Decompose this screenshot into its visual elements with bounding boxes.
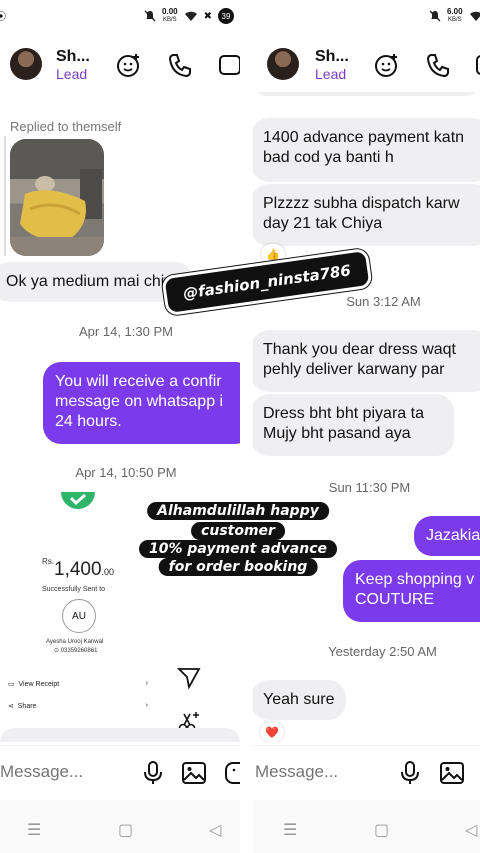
receipt-amount: 1,400.00: [54, 559, 115, 580]
lead-label[interactable]: Lead: [315, 66, 346, 82]
message-input[interactable]: [0, 762, 130, 782]
recipient-initials: AU: [62, 599, 96, 633]
signal-off-icon: ✖: [203, 10, 212, 22]
menu-nav-icon[interactable]: ☰: [283, 820, 297, 840]
chat-header: Sh... Lead: [0, 40, 240, 90]
add-reaction-icon[interactable]: [374, 52, 400, 78]
sticker-icon[interactable]: [224, 760, 240, 786]
currency-label: Rs.: [42, 557, 54, 566]
recipient-name: Ayesha Urooj Kanwal: [46, 639, 104, 645]
receipt-status: Successfully Sent to: [42, 586, 106, 593]
success-check-icon: [61, 492, 95, 509]
avatar[interactable]: [10, 48, 42, 80]
share-link[interactable]: ⋖ Share ›: [8, 702, 148, 710]
received-message[interactable]: Dress bht bht piyara ta Mujy bht pasand a…: [253, 394, 454, 456]
avatar[interactable]: [267, 48, 299, 80]
phone-icon[interactable]: [425, 52, 451, 78]
message-input[interactable]: [255, 762, 385, 782]
mute-bell-icon: [144, 10, 156, 22]
lead-label[interactable]: Lead: [56, 66, 87, 82]
caption-line: customer: [191, 522, 285, 540]
composer: [253, 745, 480, 799]
reply-thread-line: [4, 136, 6, 256]
microphone-icon[interactable]: [397, 760, 423, 786]
view-receipt-link[interactable]: ▭ View Receipt ›: [8, 680, 148, 688]
gallery-icon[interactable]: [439, 760, 465, 786]
reaction-heart[interactable]: ❤️: [260, 722, 284, 742]
contact-name[interactable]: Sh...: [56, 48, 90, 66]
mute-bell-icon: [429, 10, 441, 22]
video-icon[interactable]: [218, 52, 240, 78]
battery-badge: 39: [218, 8, 234, 24]
composer: [0, 745, 240, 799]
sent-message[interactable]: Jazakia: [414, 516, 480, 556]
phone-icon[interactable]: [167, 52, 193, 78]
video-icon[interactable]: [475, 52, 480, 78]
right-chat-screen: 6.00 KB/S Sh... Lead 1400 advance payment…: [253, 0, 480, 853]
truncated-message: [0, 728, 240, 742]
panel-divider: [240, 0, 253, 853]
timestamp: Yesterday 2:50 AM: [328, 644, 437, 659]
timestamp: Apr 14, 10:50 PM: [75, 465, 177, 480]
received-message[interactable]: Yeah sure: [253, 680, 347, 720]
microphone-icon[interactable]: [140, 760, 166, 786]
received-message[interactable]: Thank you dear dress waqt pehly deliver k…: [253, 330, 480, 392]
home-nav-icon[interactable]: ▢: [374, 820, 389, 840]
message-list: 1400 advance payment katn bad cod ya bant…: [253, 92, 480, 742]
gallery-icon[interactable]: [181, 760, 207, 786]
caption-line: 10% payment advance: [139, 540, 337, 558]
forward-icon[interactable]: [176, 665, 202, 691]
caption-line: for order booking: [158, 558, 318, 576]
recipient-phone: ⊙ 03359260861: [54, 648, 98, 654]
network-speed: 0.00 KB/S: [162, 7, 178, 24]
contact-name[interactable]: Sh...: [315, 48, 349, 66]
chat-header: Sh... Lead: [253, 40, 480, 90]
back-nav-icon[interactable]: ◁: [209, 820, 221, 840]
caption-sticker: Alhamdulillah happy customer 10% payment…: [130, 502, 346, 582]
shared-photo[interactable]: [10, 139, 104, 256]
status-bar: 6.00 KB/S: [253, 0, 480, 32]
received-message[interactable]: Plzzzz subha dispatch karw day 21 tak Chi…: [253, 184, 480, 246]
sent-message[interactable]: Keep shopping v COUTURE: [343, 560, 480, 622]
replied-note: Replied to themself: [10, 119, 122, 134]
received-message[interactable]: 1400 advance payment katn bad cod ya bant…: [253, 118, 480, 182]
caption-line: Alhamdulillah happy: [147, 502, 329, 520]
timestamp: Apr 14, 1:30 PM: [79, 324, 173, 339]
home-nav-icon[interactable]: ▢: [118, 820, 133, 840]
system-nav-bar: ☰ ▢ ◁: [0, 800, 240, 853]
menu-nav-icon[interactable]: ☰: [27, 820, 41, 840]
wifi-icon: [469, 11, 480, 21]
sent-message[interactable]: You will receive a confir message on wha…: [43, 362, 240, 444]
add-reaction-icon[interactable]: [116, 52, 142, 78]
wifi-icon: [184, 11, 197, 21]
status-bar: ⦿ 0.00 KB/S ✖ 39: [0, 0, 240, 32]
app-indicator-icon: ⦿: [0, 12, 6, 23]
message-list: Replied to themself Ok ya medium mai chi…: [0, 92, 240, 742]
system-nav-bar: ☰ ▢ ◁: [253, 800, 480, 853]
back-nav-icon[interactable]: ◁: [465, 820, 477, 840]
dress-photo-image: [10, 139, 104, 256]
timestamp: Sun 11:30 PM: [328, 480, 411, 495]
left-chat-screen: ⦿ 0.00 KB/S ✖ 39 Sh... Lead Replied to th…: [0, 0, 240, 853]
truncated-message: [253, 92, 480, 96]
network-speed: 6.00 KB/S: [447, 7, 463, 24]
